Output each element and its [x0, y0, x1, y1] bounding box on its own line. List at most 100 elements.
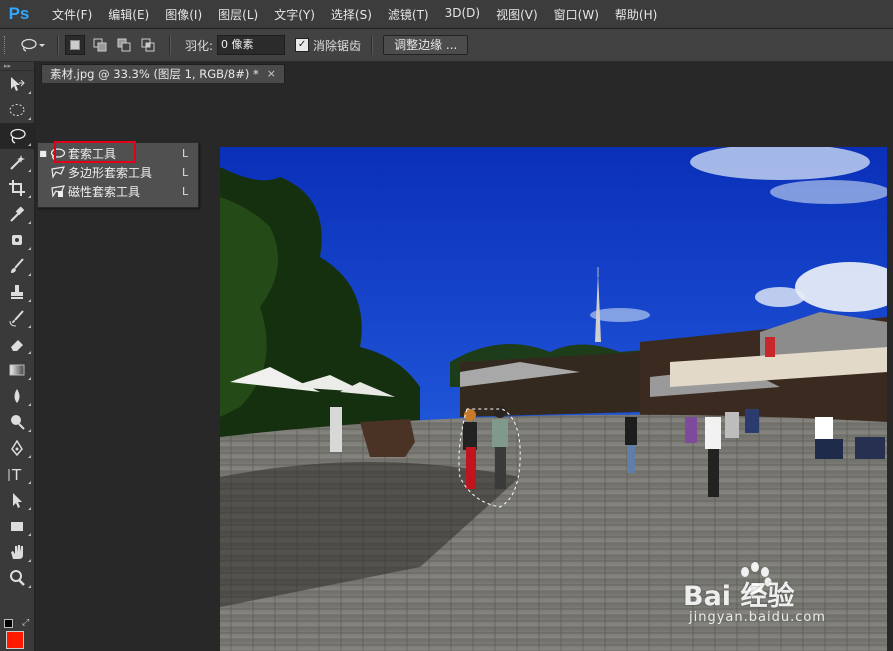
flyout-item-shortcut: L: [182, 147, 189, 160]
lasso-tool[interactable]: [0, 123, 34, 149]
dodge-icon: [11, 415, 25, 430]
separator: [57, 35, 59, 55]
menu-bar: Ps 文件(F) 编辑(E) 图像(I) 图层(L) 文字(Y) 选择(S) 滤镜(T) 3D…: [0, 0, 893, 29]
foreground-color-swatch[interactable]: [6, 631, 24, 649]
toolbox: ▸▸ T ⤢: [0, 62, 35, 651]
elliptical-marquee-icon: [9, 104, 25, 116]
menu-item[interactable]: 3D(D): [437, 6, 488, 23]
eyedropper-icon: [10, 206, 25, 222]
flyout-item-polygonal-lasso-tool[interactable]: 多边形套索工具 L: [38, 163, 198, 182]
crop-tool[interactable]: [0, 175, 34, 201]
flyout-item-magnetic-lasso-tool[interactable]: 磁性套索工具 L: [38, 182, 198, 201]
options-grip[interactable]: [4, 36, 9, 54]
crop-icon: [9, 180, 25, 196]
add-selection-icon: [93, 38, 107, 52]
flyout-item-shortcut: L: [182, 166, 189, 179]
blur-tool[interactable]: [0, 383, 34, 409]
separator: [169, 35, 171, 55]
document-tab-title: 素材.jpg @ 33.3% (图层 1, RGB/8#) *: [50, 67, 259, 81]
path-selection-tool[interactable]: [0, 487, 34, 513]
watermark-main-text: Bai 经验: [683, 581, 795, 612]
flyout-item-lasso-tool[interactable]: ■ 套索工具 L: [38, 141, 198, 163]
eyedropper-tool[interactable]: [0, 201, 34, 227]
menu-item[interactable]: 帮助(H): [607, 6, 665, 23]
close-icon[interactable]: ×: [267, 65, 276, 83]
polygonal-lasso-icon: [48, 166, 68, 179]
menu-item[interactable]: 文件(F): [44, 6, 100, 23]
selected-bullet-icon: ■: [39, 149, 47, 158]
lasso-icon: [21, 38, 45, 52]
subtract-from-selection-button[interactable]: [115, 36, 133, 54]
brush-tool[interactable]: [0, 253, 34, 279]
flyout-item-shortcut: L: [182, 185, 189, 198]
zoom-icon: [10, 570, 25, 586]
color-swatches: ⤢: [2, 619, 32, 649]
rectangle-icon: [11, 522, 23, 531]
toolbox-collapse-toggle[interactable]: ▸▸: [0, 62, 34, 71]
eraser-icon: [11, 340, 23, 351]
default-colors-icon[interactable]: [4, 619, 13, 628]
svg-text:T: T: [11, 466, 22, 483]
intersect-selection-button[interactable]: [139, 36, 157, 54]
menu-item[interactable]: 图像(I): [157, 6, 210, 23]
flyout-item-label: 磁性套索工具: [68, 185, 141, 199]
spot-healing-icon: [12, 235, 22, 245]
clone-stamp-icon: [11, 285, 23, 299]
new-selection-button[interactable]: [65, 35, 85, 55]
type-tool[interactable]: T: [0, 461, 34, 487]
move-tool[interactable]: [0, 71, 34, 97]
baidu-jingyan-watermark: Bai 经验 jingyan.baidu.com: [683, 562, 883, 642]
subtract-selection-icon: [117, 38, 131, 52]
feather-label: 羽化:: [185, 38, 214, 53]
lasso-tool-flyout: ■ 套索工具 L 多边形套索工具 L 磁性套索工具 L: [37, 141, 199, 208]
brush-icon: [11, 258, 24, 273]
add-to-selection-button[interactable]: [91, 36, 109, 54]
blur-icon: [14, 389, 20, 403]
document-tab[interactable]: 素材.jpg @ 33.3% (图层 1, RGB/8#) * ×: [41, 64, 285, 83]
move-icon: [11, 77, 25, 91]
pen-tool[interactable]: [0, 435, 34, 461]
menu-item[interactable]: 文字(Y): [266, 6, 323, 23]
hand-icon: [11, 545, 23, 559]
feather-input[interactable]: 0 像素: [217, 35, 286, 55]
magnetic-lasso-icon: [48, 185, 68, 198]
gradient-tool[interactable]: [0, 357, 34, 383]
flyout-item-label: 多边形套索工具: [68, 166, 153, 180]
menu-item[interactable]: 选择(S): [323, 6, 380, 23]
clone-stamp-tool[interactable]: [0, 279, 34, 305]
document-tab-strip: 素材.jpg @ 33.3% (图层 1, RGB/8#) * ×: [35, 62, 893, 83]
elliptical-marquee-tool[interactable]: [0, 97, 34, 123]
watermark-url: jingyan.baidu.com: [689, 610, 826, 625]
zoom-tool[interactable]: [0, 565, 34, 591]
separator: [371, 35, 374, 55]
highlight-box: [54, 141, 136, 163]
spot-healing-tool[interactable]: [0, 227, 34, 253]
menu-item[interactable]: 窗口(W): [546, 6, 607, 23]
new-selection-icon: [70, 40, 80, 50]
dodge-tool[interactable]: [0, 409, 34, 435]
magic-wand-tool[interactable]: [0, 149, 34, 175]
swap-colors-icon[interactable]: ⤢: [22, 619, 29, 628]
menu-item[interactable]: 滤镜(T): [380, 6, 437, 23]
path-selection-icon: [13, 493, 22, 508]
menu-item[interactable]: 编辑(E): [100, 6, 157, 23]
antialias-checkbox[interactable]: ✓: [295, 38, 310, 52]
pen-icon: [11, 439, 23, 457]
tool-preset-picker[interactable]: [15, 38, 51, 52]
photoshop-logo: Ps: [8, 4, 30, 23]
magic-wand-icon: [10, 155, 25, 170]
history-brush-icon: [9, 310, 24, 327]
lasso-icon: [10, 128, 26, 144]
type-icon: T: [8, 466, 22, 483]
history-brush-tool[interactable]: [0, 305, 34, 331]
refine-edge-button[interactable]: 调整边缘 ...: [383, 35, 469, 55]
gradient-icon: [9, 364, 25, 376]
rectangle-tool[interactable]: [0, 513, 34, 539]
intersect-selection-icon: [141, 38, 155, 52]
options-bar: 羽化: 0 像素 ✓ 消除锯齿 调整边缘 ...: [0, 29, 893, 62]
eraser-tool[interactable]: [0, 331, 34, 357]
menu-item[interactable]: 视图(V): [488, 6, 546, 23]
hand-tool[interactable]: [0, 539, 34, 565]
antialias-label: 消除锯齿: [313, 38, 362, 53]
menu-item[interactable]: 图层(L): [210, 6, 266, 23]
